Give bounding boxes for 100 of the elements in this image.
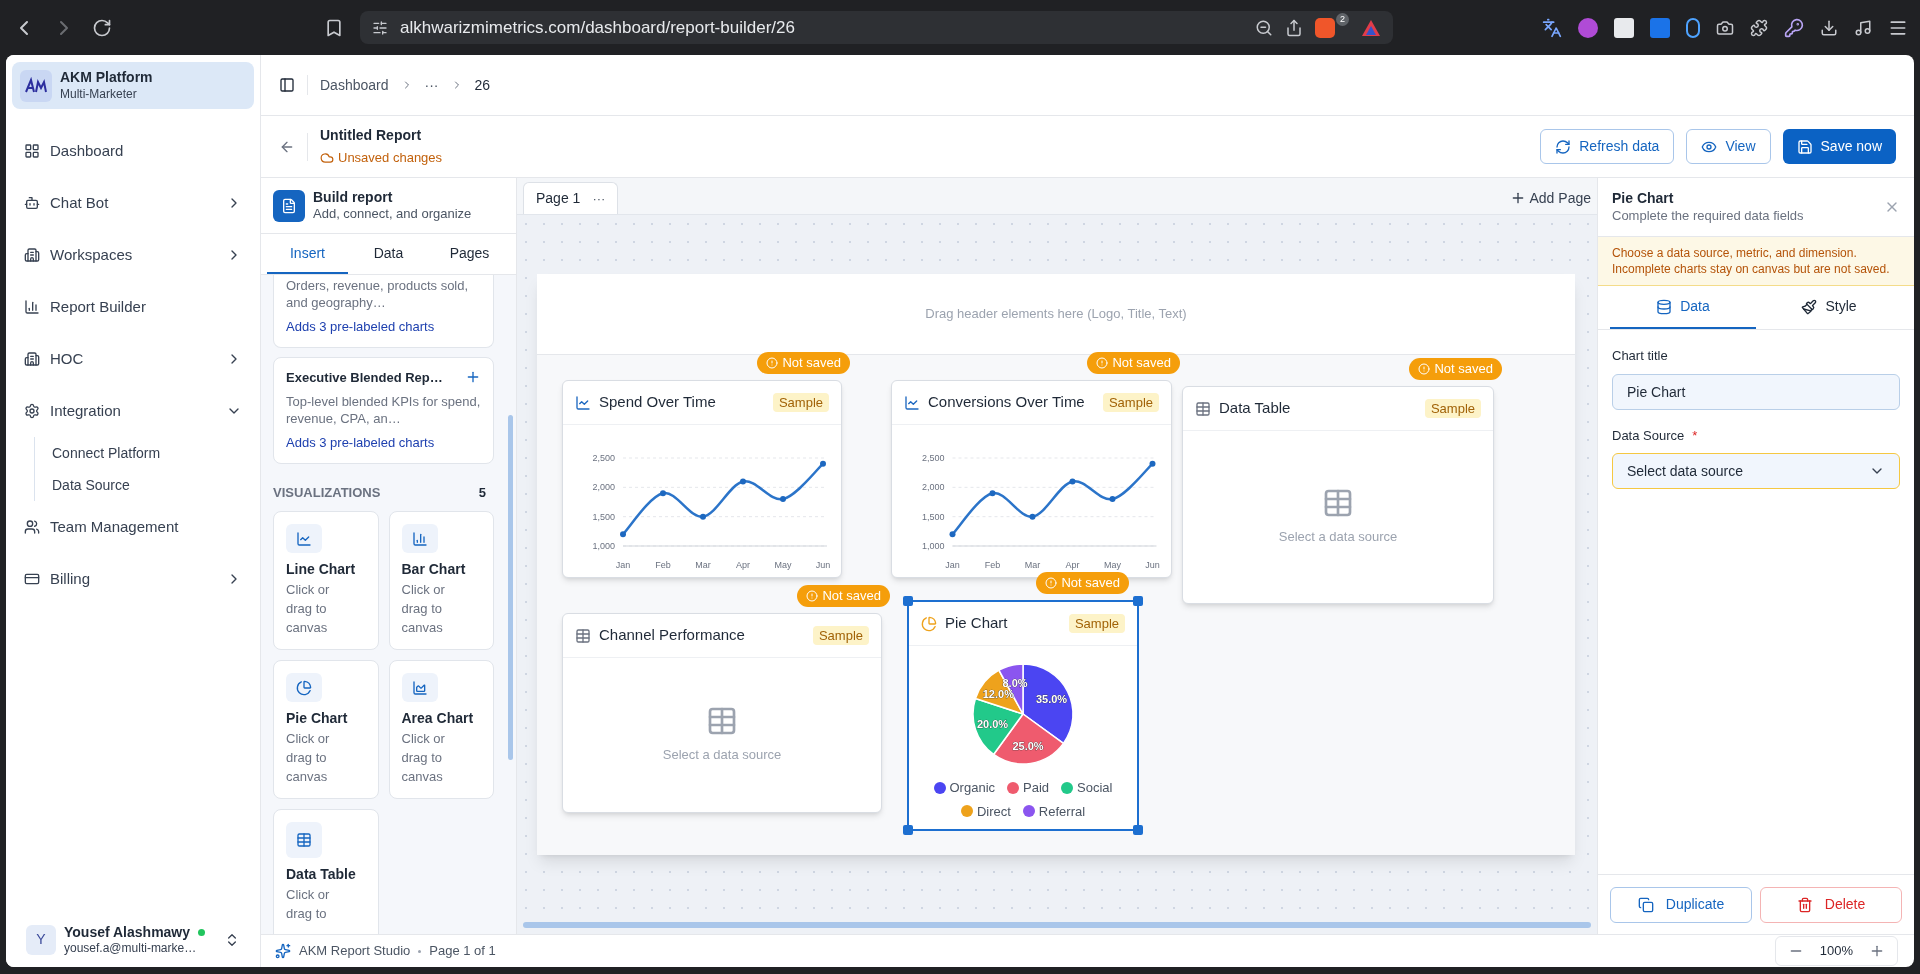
visualization-title: Pie Chart (286, 709, 349, 728)
zoom-out-icon[interactable] (1255, 18, 1273, 37)
shield-count: 2 (1336, 12, 1349, 26)
toolbar-button[interactable]: Refresh data (1540, 129, 1675, 164)
visualization-card[interactable]: Line Chart Click or drag to canvas (273, 511, 379, 650)
reload-icon[interactable] (92, 17, 112, 38)
legend-label: Direct (976, 802, 1011, 821)
chart-widget[interactable]: Channel Performance Sample Select a data source (562, 613, 882, 813)
visualization-card[interactable]: Pie Chart Click or drag to canvas (273, 660, 379, 799)
toolbar-button[interactable]: Save now (1782, 129, 1896, 164)
toolbar-button[interactable]: View (1686, 129, 1771, 164)
building-icon (24, 351, 40, 367)
panel-title: Build report (313, 188, 394, 207)
visualization-card[interactable]: Area Chart Click or drag to canvas (388, 660, 494, 799)
horizontal-scrollbar[interactable] (523, 922, 1591, 928)
nav-item[interactable]: Workspaces (12, 229, 254, 281)
data-point (1069, 478, 1076, 485)
page-tab-label: Page 1 (536, 189, 581, 208)
inspector-tab[interactable]: Data (1610, 286, 1756, 329)
legend-label: Organic (949, 779, 996, 797)
nav-item[interactable]: Report Builder (12, 281, 254, 333)
url-text: alkhwarizmimetrics.com/dashboard/report-builder/26 (400, 16, 796, 39)
chart-title-field[interactable]: Pie Chart (1612, 373, 1900, 410)
resize-handle[interactable] (903, 825, 913, 835)
inspector-tab[interactable]: Style (1756, 286, 1902, 329)
resize-handle[interactable] (1133, 596, 1143, 606)
page-tab[interactable]: Page 1 ··· (523, 182, 619, 214)
sample-tag: Sample (1068, 613, 1125, 634)
widget-title: Data Table (1219, 398, 1292, 419)
bar-chart-icon (24, 299, 40, 315)
field-label: Data Source (1612, 426, 1685, 445)
brand-subtitle: Multi-Marketer (60, 86, 138, 102)
breadcrumb-item[interactable]: ··· (424, 74, 439, 96)
visualization-card[interactable]: Data Table Click or drag to (273, 809, 379, 934)
nav-subitem[interactable]: Connect Platform (35, 437, 254, 469)
axis-tick-label: 2,500 (921, 453, 945, 463)
template-card[interactable]: Executive Blended Rep… Top-level blended KPIs for spend, revenue, CPA, an… Adds 3 pre-labeled charts (273, 356, 494, 464)
music-icon[interactable] (1854, 18, 1872, 37)
translate-icon[interactable] (1542, 17, 1562, 38)
nav-item[interactable]: HOC (12, 333, 254, 385)
template-card[interactable]: Orders, revenue, products sold, and geography… Adds 3 pre-labeled charts (273, 275, 494, 348)
area-chart-icon (401, 673, 438, 702)
line-chart-icon (904, 394, 920, 411)
drop-zone-hint: Drag header elements here (Logo, Title, Text) (925, 305, 1187, 324)
save-icon (1796, 138, 1813, 155)
sample-tag: Sample (772, 392, 829, 413)
nav-item[interactable]: Team Management (12, 501, 254, 553)
shield-icon[interactable] (1315, 17, 1335, 38)
breadcrumb-item[interactable]: 26 (474, 74, 491, 96)
data-point (620, 531, 626, 538)
extension-icon[interactable] (1614, 17, 1634, 38)
alert-icon (766, 357, 779, 369)
save-status: Unsaved changes (338, 149, 443, 168)
nav-item[interactable]: Chat Bot (12, 177, 254, 229)
chart-widget[interactable]: Conversions Over Time Sample 1,000 1,500 2,000 2,500 Jan Feb Mar Apr May Jun (891, 380, 1172, 578)
avatar: Y (26, 924, 56, 955)
sample-tag: Sample (1102, 392, 1159, 413)
visualization-card[interactable]: Bar Chart Click or drag to canvas (388, 511, 494, 650)
resize-handle[interactable] (903, 596, 913, 606)
panel-tab[interactable]: Data (348, 234, 429, 274)
user-email: yousef.a@multi-marke… (64, 941, 198, 956)
camera-icon[interactable] (1716, 18, 1734, 37)
key-icon[interactable] (1784, 17, 1804, 38)
address-bar[interactable]: alkhwarizmimetrics.com/dashboard/report-builder/26 2 (360, 11, 1393, 44)
template-description: Orders, revenue, products sold, and geography… (286, 277, 470, 311)
breadcrumb-item[interactable]: Dashboard (320, 74, 389, 96)
data-source-select[interactable]: Select data source (1612, 453, 1900, 489)
download-icon[interactable] (1820, 18, 1838, 37)
table-icon (1195, 400, 1211, 417)
template-note: Adds 3 pre-labeled charts (286, 434, 436, 452)
site-settings-icon[interactable] (372, 19, 388, 36)
nav-item[interactable]: Dashboard (12, 125, 254, 177)
zoom-in-icon[interactable] (1869, 943, 1885, 959)
brand-card[interactable]: AKM Platform Multi-Marketer (12, 62, 254, 109)
database-icon (1656, 298, 1673, 315)
chart-widget[interactable]: Data Table Sample Select a data source (1182, 386, 1494, 604)
extension-icon[interactable] (1686, 17, 1700, 38)
puzzle-icon[interactable] (1750, 18, 1768, 37)
page-menu[interactable]: ··· (592, 188, 606, 209)
panel-tab[interactable]: Pages (429, 234, 510, 274)
data-point (780, 496, 786, 503)
delete-button[interactable]: Delete (1760, 886, 1902, 923)
visualization-hint: Click or drag to canvas (286, 730, 331, 786)
nav-item[interactable]: Billing (12, 553, 254, 605)
data-point (700, 513, 706, 520)
nav-item[interactable]: Integration (12, 385, 254, 437)
resize-handle[interactable] (1133, 825, 1143, 835)
sidebar-toggle-icon[interactable] (279, 77, 295, 93)
add-page-button[interactable]: Add Page (1509, 182, 1591, 214)
duplicate-button[interactable]: Duplicate (1610, 886, 1752, 923)
report-icon (273, 189, 305, 222)
axis-tick-label: Feb (655, 560, 671, 570)
nav-subitem[interactable]: Data Source (35, 469, 254, 501)
bookmark-icon[interactable] (324, 17, 344, 38)
share-icon[interactable] (1285, 18, 1303, 37)
pie-chart-icon (286, 673, 322, 702)
axis-tick-label: Mar (1024, 560, 1041, 570)
chart-widget[interactable]: Spend Over Time Sample 1,000 1,500 2,000 2,500 Jan Feb Mar Apr May Jun (562, 380, 842, 578)
inspector-subtitle: Complete the required data fields (1612, 207, 1804, 224)
axis-tick-label: May (774, 560, 792, 570)
